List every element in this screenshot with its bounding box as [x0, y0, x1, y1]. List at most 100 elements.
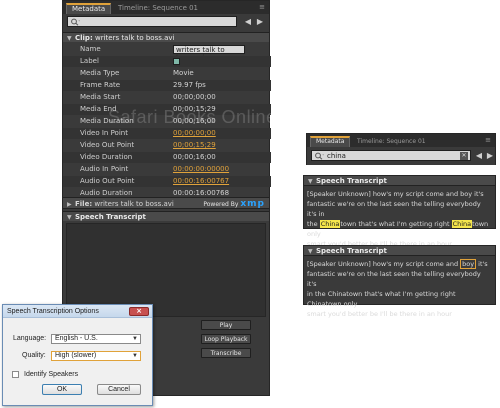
- collapse-triangle-icon[interactable]: ▼: [308, 177, 316, 187]
- transcript-line: fantastic we're on the last seen the tel…: [307, 200, 481, 218]
- panel-tab-bar: Metadata Timeline: Sequence 01 ≡: [307, 134, 495, 147]
- metadata-field-value: 29.97 fps: [173, 81, 206, 89]
- tab-timeline-sequence[interactable]: Timeline: Sequence 01: [352, 136, 431, 147]
- previous-result-icon[interactable]: ◀: [475, 151, 483, 160]
- search-highlight[interactable]: China: [319, 220, 341, 228]
- speech-section-header[interactable]: ▼ Speech Transcript: [63, 211, 269, 221]
- speech-section-title: Speech Transcript: [316, 247, 387, 255]
- file-prefix: File:: [75, 200, 93, 208]
- metadata-field-value: 00;00;00;00: [173, 93, 216, 101]
- clip-section-header[interactable]: ▼ Clip: writers talk to boss.avi: [63, 32, 269, 42]
- dialog-titlebar[interactable]: Speech Transcription Options ×: [3, 305, 152, 318]
- identify-speakers-checkbox[interactable]: [12, 371, 19, 378]
- search-highlight[interactable]: China: [451, 220, 473, 228]
- tab-metadata[interactable]: Metadata: [310, 136, 351, 147]
- metadata-field-label: Video In Point: [80, 129, 128, 137]
- tab-timeline-sequence[interactable]: Timeline: Sequence 01: [113, 3, 203, 14]
- transcript-line: fantastic we're on the last seen the tel…: [307, 270, 481, 288]
- speech-section-title: Speech Transcript: [75, 213, 146, 221]
- next-result-icon[interactable]: ▶: [486, 151, 494, 160]
- timecode-link[interactable]: 00;00;00;00: [173, 128, 216, 139]
- timecode-link[interactable]: 00;00;15;29: [173, 140, 216, 151]
- xmp-logo: xmp: [240, 199, 265, 209]
- close-icon[interactable]: ×: [129, 307, 149, 316]
- search-query: china: [327, 152, 346, 160]
- search-icon: [71, 18, 80, 26]
- metadata-panel-search: Metadata Timeline: Sequence 01 ≡ china ✕…: [306, 133, 496, 165]
- name-field[interactable]: writers talk to boss.avi: [173, 45, 245, 62]
- search-row: china ✕ ◀ ▶: [307, 148, 495, 165]
- transcript-line: the Chinatown that's what I'm getting ri…: [307, 219, 492, 239]
- metadata-row: Media Type Movie: [63, 68, 271, 79]
- metadata-field-label: Video Duration: [80, 153, 133, 161]
- metadata-row: Video Out Point 00;00;15;29: [63, 140, 271, 151]
- expand-triangle-icon[interactable]: ▶: [67, 199, 75, 211]
- transcript-line: [Speaker Unknown] how's my script come a…: [307, 259, 492, 269]
- collapse-triangle-icon[interactable]: ▼: [67, 213, 75, 223]
- quality-value: High (slower): [55, 352, 97, 359]
- cancel-button[interactable]: Cancel: [97, 384, 141, 395]
- speech-transcript-card-highlighted: ▼ Speech Transcript [Speaker Unknown] how…: [303, 175, 496, 248]
- previous-result-icon[interactable]: ◀: [244, 17, 252, 26]
- search-row: ◀ ▶: [63, 14, 269, 30]
- panel-menu-icon[interactable]: ≡: [484, 137, 492, 144]
- identify-speakers-label: Identify Speakers: [24, 371, 79, 378]
- transcript-text[interactable]: [Speaker Unknown] how's my script come a…: [307, 189, 492, 249]
- metadata-row: Label: [63, 56, 271, 67]
- metadata-row: Media Start 00;00;00;00: [63, 92, 271, 103]
- speech-section-header[interactable]: ▼ Speech Transcript: [304, 246, 495, 256]
- transcript-word: town that's what I'm getting right: [340, 220, 452, 228]
- clip-name: writers talk to boss.avi: [94, 34, 175, 42]
- metadata-field-label: Media Start: [80, 93, 121, 101]
- metadata-field-label: Name: [80, 45, 101, 53]
- metadata-field-value: Movie: [173, 69, 194, 77]
- metadata-row: Audio Out Point 00:00:16:00767: [63, 176, 271, 187]
- metadata-row: Audio In Point 00:00:00:00000: [63, 164, 271, 175]
- metadata-field-label: Audio Out Point: [80, 177, 135, 185]
- clip-prefix: Clip:: [75, 34, 93, 42]
- tab-metadata[interactable]: Metadata: [66, 3, 112, 14]
- ok-button[interactable]: OK: [42, 384, 82, 395]
- metadata-field-label: Label: [80, 57, 99, 65]
- speech-transcript-area[interactable]: [66, 223, 266, 317]
- transcript-word: it's: [476, 260, 488, 268]
- search-icon: [315, 152, 324, 160]
- transcript-line: [Speaker Unknown] how's my script come a…: [307, 190, 484, 198]
- transcript-line: in the Chinatown that's what I'm getting…: [307, 290, 456, 308]
- panel-tab-bar: Metadata Timeline: Sequence 01 ≡: [63, 1, 269, 14]
- search-input[interactable]: [67, 16, 237, 27]
- chevron-down-icon: ▼: [132, 353, 138, 359]
- timecode-link[interactable]: 00:00:00:00000: [173, 164, 229, 175]
- label-color-swatch[interactable]: [173, 58, 180, 65]
- search-input[interactable]: china ✕: [311, 150, 471, 161]
- metadata-row: Video Duration 00;00;16;00: [63, 152, 271, 163]
- selected-word[interactable]: boy: [460, 259, 477, 269]
- language-label: Language:: [13, 335, 47, 342]
- metadata-row: Frame Rate 29.97 fps: [63, 80, 271, 91]
- powered-by: Powered By xmp: [203, 198, 265, 211]
- speech-transcript-card-edit: ▼ Speech Transcript [Speaker Unknown] how…: [303, 245, 496, 318]
- collapse-triangle-icon[interactable]: ▼: [308, 247, 316, 257]
- metadata-row: Name writers talk to boss.avi: [63, 44, 271, 62]
- transcript-text[interactable]: [Speaker Unknown] how's my script come a…: [307, 259, 492, 319]
- clear-search-icon[interactable]: ✕: [460, 152, 468, 160]
- panel-menu-icon[interactable]: ≡: [258, 4, 266, 11]
- file-section-header[interactable]: ▶ File: writers talk to boss.avi Powered …: [63, 197, 269, 209]
- transcribe-button[interactable]: Transcribe: [201, 348, 251, 358]
- speech-section-header[interactable]: ▼ Speech Transcript: [304, 176, 495, 186]
- metadata-field-label: Frame Rate: [80, 81, 121, 89]
- collapse-triangle-icon[interactable]: ▼: [67, 34, 75, 44]
- quality-select[interactable]: High (slower) ▼: [51, 351, 141, 361]
- metadata-row: Video In Point 00;00;00;00: [63, 128, 271, 139]
- speech-section-title: Speech Transcript: [316, 177, 387, 185]
- metadata-field-value: 00;00;16;00: [173, 153, 216, 161]
- dialog-title: Speech Transcription Options: [7, 308, 99, 315]
- next-result-icon[interactable]: ▶: [256, 17, 264, 26]
- timecode-link[interactable]: 00:00:16:00767: [173, 176, 229, 187]
- speech-transcription-options-dialog: Speech Transcription Options × Language:…: [2, 304, 153, 406]
- play-button[interactable]: Play: [201, 320, 251, 330]
- language-select[interactable]: English - U.S. ▼: [51, 334, 141, 344]
- loop-playback-button[interactable]: Loop Playback: [201, 334, 251, 344]
- metadata-field-label: Audio In Point: [80, 165, 129, 173]
- metadata-field-label: Video Out Point: [80, 141, 135, 149]
